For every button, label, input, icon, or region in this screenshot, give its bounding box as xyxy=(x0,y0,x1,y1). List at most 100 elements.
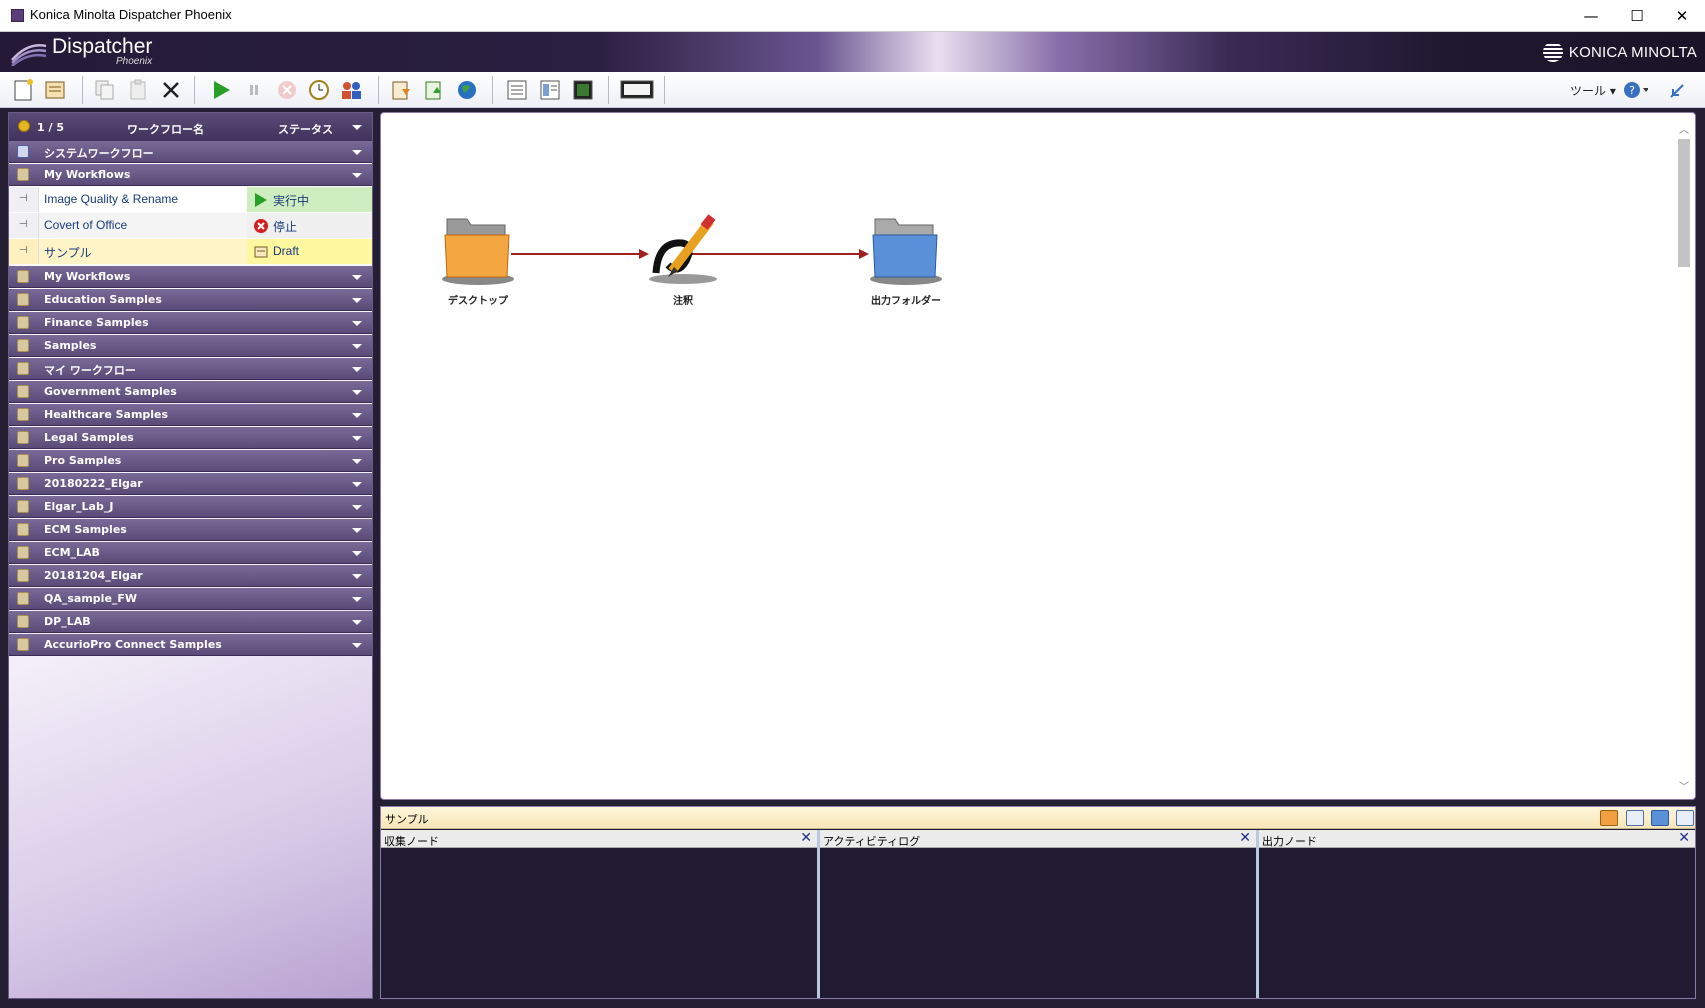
scroll-down-icon[interactable]: ﹀ xyxy=(1679,778,1689,793)
workflow-row[interactable]: ⊣ Covert of Office 停止 xyxy=(9,213,372,238)
stop-icon[interactable] xyxy=(274,77,300,103)
close-button[interactable]: ✕ xyxy=(1659,0,1705,32)
group-label: QA_sample_FW xyxy=(44,592,138,605)
export-icon[interactable] xyxy=(421,77,447,103)
minimize-panel-icon[interactable] xyxy=(1665,77,1691,103)
schedule-icon[interactable] xyxy=(306,77,332,103)
pane-title: 出力ノード xyxy=(1262,835,1317,848)
pin-icon[interactable]: ⊣ xyxy=(19,194,29,204)
chevron-down-icon[interactable] xyxy=(352,275,362,280)
chevron-down-icon[interactable] xyxy=(352,505,362,510)
workflow-group[interactable]: ECM_LAB xyxy=(9,542,372,564)
list-view-icon[interactable] xyxy=(504,77,530,103)
chevron-down-icon[interactable] xyxy=(352,367,362,372)
close-icon[interactable]: ✕ xyxy=(1678,830,1690,846)
workflow-canvas[interactable]: デスクトップ 注釈 出力フォルダー ︿ ﹀ xyxy=(380,112,1696,800)
users-icon[interactable] xyxy=(339,77,365,103)
chevron-down-icon[interactable] xyxy=(352,551,362,556)
popout-icon[interactable] xyxy=(1676,810,1694,826)
chevron-down-icon[interactable] xyxy=(352,574,362,579)
delete-icon[interactable] xyxy=(158,77,184,103)
chevron-down-icon[interactable] xyxy=(352,528,362,533)
web-icon[interactable] xyxy=(454,77,480,103)
save-icon[interactable] xyxy=(1626,810,1644,826)
display-screen-icon[interactable] xyxy=(620,77,654,103)
chevron-down-icon[interactable] xyxy=(352,459,362,464)
workflow-group[interactable]: DP_LAB xyxy=(9,611,372,633)
workflow-row[interactable]: ⊣ Image Quality & Rename 実行中 xyxy=(9,187,372,212)
run-icon[interactable] xyxy=(208,77,234,103)
workflow-group[interactable]: ECM Samples xyxy=(9,519,372,541)
canvas-vertical-scrollbar[interactable]: ︿ ﹀ xyxy=(1677,121,1691,793)
import-icon[interactable] xyxy=(388,77,414,103)
minimize-button[interactable]: — xyxy=(1568,0,1614,32)
column-workflow-name[interactable]: ワークフロー名 xyxy=(127,121,204,137)
status-text: Draft xyxy=(273,244,300,258)
group-label: Pro Samples xyxy=(44,454,122,467)
workflow-group[interactable]: Healthcare Samples xyxy=(9,404,372,426)
folder-icon xyxy=(17,523,29,536)
folder-open-icon[interactable] xyxy=(1600,810,1618,826)
paste-icon[interactable] xyxy=(125,77,151,103)
close-icon[interactable]: ✕ xyxy=(800,830,812,846)
workflow-group[interactable]: My Workflows xyxy=(9,266,372,288)
scrollbar-thumb[interactable] xyxy=(1678,139,1690,267)
group-label: システムワークフロー xyxy=(44,147,154,160)
medal-icon xyxy=(18,120,30,132)
workflow-group[interactable]: 20180222_Elgar xyxy=(9,473,372,495)
tools-menu[interactable]: ツール ▾ xyxy=(1570,82,1616,99)
pin-icon[interactable]: ⊣ xyxy=(19,246,29,256)
chevron-down-icon[interactable] xyxy=(352,150,362,155)
help-menu[interactable]: ? xyxy=(1622,77,1648,103)
workflow-status: 停止 xyxy=(247,213,372,238)
chevron-down-icon[interactable] xyxy=(352,125,362,130)
blue-folder-icon[interactable] xyxy=(1651,810,1669,826)
workflow-row-selected[interactable]: ⊣ サンプル Draft xyxy=(9,239,372,264)
chevron-down-icon[interactable] xyxy=(352,643,362,648)
chevron-down-icon[interactable] xyxy=(352,390,362,395)
chevron-down-icon[interactable] xyxy=(352,321,362,326)
chevron-down-icon[interactable] xyxy=(352,298,362,303)
pause-icon[interactable] xyxy=(241,77,267,103)
workflow-group[interactable]: QA_sample_FW xyxy=(9,588,372,610)
node-desktop[interactable]: デスクトップ xyxy=(433,213,523,313)
workflow-group[interactable]: Education Samples xyxy=(9,289,372,311)
workflow-group[interactable]: AccurioPro Connect Samples xyxy=(9,634,372,656)
chevron-down-icon[interactable] xyxy=(352,482,362,487)
workflow-name: Image Quality & Rename xyxy=(44,192,179,206)
brand-subtitle: Phoenix xyxy=(116,56,153,67)
chevron-down-icon[interactable] xyxy=(352,620,362,625)
pin-icon[interactable]: ⊣ xyxy=(19,220,29,230)
node-annotation[interactable]: 注釈 xyxy=(638,213,728,313)
scroll-up-icon[interactable]: ︿ xyxy=(1679,121,1689,136)
workflow-group[interactable]: Elgar_Lab_J xyxy=(9,496,372,518)
chevron-down-icon[interactable] xyxy=(352,173,362,178)
workflow-name: Covert of Office xyxy=(44,218,128,232)
column-status[interactable]: ステータス xyxy=(278,121,333,137)
maximize-button[interactable]: ☐ xyxy=(1614,0,1660,32)
dispatcher-logo-icon xyxy=(11,44,47,66)
new-workflow-icon[interactable] xyxy=(11,77,37,103)
group-label: Education Samples xyxy=(44,293,162,306)
orange-folder-icon xyxy=(442,218,514,285)
workflow-group[interactable]: マイ ワークフロー xyxy=(9,358,372,380)
group-system-workflows[interactable]: システムワークフロー xyxy=(9,141,372,163)
workflow-group[interactable]: Government Samples xyxy=(9,381,372,403)
group-my-workflows-expanded[interactable]: My Workflows xyxy=(9,164,372,186)
split-view-icon[interactable] xyxy=(537,77,563,103)
close-icon[interactable]: ✕ xyxy=(1239,830,1251,846)
workflow-group[interactable]: Pro Samples xyxy=(9,450,372,472)
chevron-down-icon[interactable] xyxy=(352,597,362,602)
node-output-folder[interactable]: 出力フォルダー xyxy=(861,213,951,313)
chevron-down-icon[interactable] xyxy=(352,344,362,349)
edit-workflow-icon[interactable] xyxy=(43,77,69,103)
workflow-count: 1 / 5 xyxy=(37,121,64,134)
workflow-group[interactable]: Samples xyxy=(9,335,372,357)
chevron-down-icon[interactable] xyxy=(352,436,362,441)
workflow-group[interactable]: Finance Samples xyxy=(9,312,372,334)
workflow-group[interactable]: Legal Samples xyxy=(9,427,372,449)
workflow-group[interactable]: 20181204_Elgar xyxy=(9,565,372,587)
copy-icon[interactable] xyxy=(92,77,118,103)
monitor-icon[interactable] xyxy=(570,77,596,103)
chevron-down-icon[interactable] xyxy=(352,413,362,418)
